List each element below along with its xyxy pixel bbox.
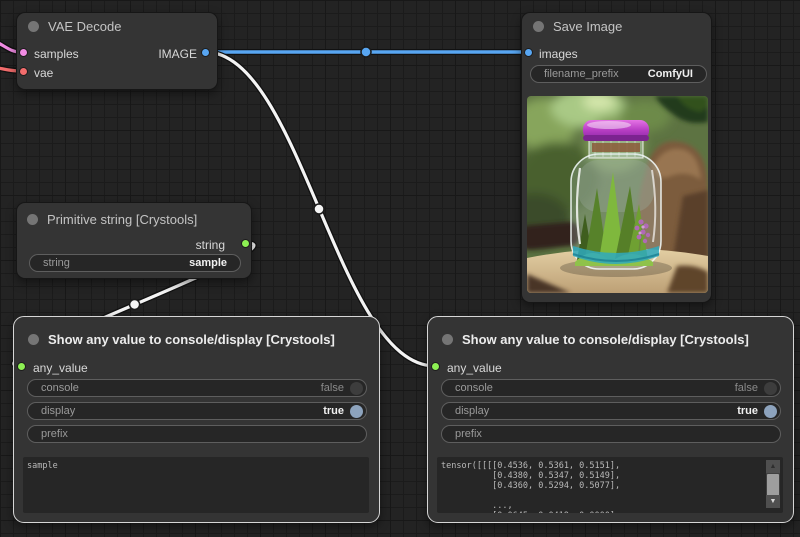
toggle-off-icon[interactable] — [350, 382, 363, 395]
link-midpoint-dot-image — [361, 47, 371, 57]
widget-label: console — [455, 380, 493, 396]
input-label-any-value: any_value — [447, 361, 502, 375]
widget-value: false — [321, 380, 344, 396]
input-label-any-value: any_value — [33, 361, 88, 375]
input-port-samples[interactable] — [19, 48, 28, 57]
widget-label: display — [41, 403, 75, 419]
node-title[interactable]: Save Image — [553, 19, 622, 34]
toggle-off-icon[interactable] — [764, 382, 777, 395]
node-save-image[interactable]: Save Image images filename_prefix ComfyU… — [521, 12, 712, 303]
node-show-any-value-left[interactable]: Show any value to console/display [Cryst… — [13, 316, 380, 523]
scroll-up-icon[interactable]: ▲ — [766, 460, 780, 473]
node-graph-canvas[interactable]: { "palette": { "link_image": "#58a6f2", … — [0, 0, 800, 537]
console-output[interactable]: sample — [23, 457, 369, 513]
widget-label: display — [455, 403, 489, 419]
widget-prefix[interactable]: prefix — [441, 425, 781, 443]
input-port-any-value[interactable] — [431, 362, 440, 371]
toggle-on-icon[interactable] — [764, 405, 777, 418]
output-port-image[interactable] — [201, 48, 210, 57]
collapse-dot[interactable] — [533, 21, 544, 32]
scroll-thumb[interactable] — [767, 474, 779, 496]
input-label-images: images — [539, 47, 578, 61]
node-primitive-string[interactable]: Primitive string [Crystools] string stri… — [16, 202, 252, 279]
widget-console[interactable]: console false — [441, 379, 781, 397]
scroll-down-icon[interactable]: ▼ — [766, 495, 780, 508]
collapse-dot[interactable] — [27, 214, 38, 225]
widget-value: true — [737, 403, 758, 419]
widget-label: console — [41, 380, 79, 396]
output-label-image: IMAGE — [158, 47, 197, 61]
widget-value: sample — [189, 255, 227, 271]
node-title[interactable]: VAE Decode — [48, 19, 121, 34]
widget-display[interactable]: display true — [27, 402, 367, 420]
collapse-dot[interactable] — [28, 21, 39, 32]
node-title[interactable]: Show any value to console/display [Cryst… — [48, 332, 335, 347]
output-label-string: string — [196, 238, 225, 252]
console-output[interactable]: tensor([[[[0.4536, 0.5361, 0.5151], [0.4… — [437, 457, 783, 513]
node-title[interactable]: Primitive string [Crystools] — [47, 212, 197, 227]
input-port-any-value[interactable] — [17, 362, 26, 371]
input-port-vae[interactable] — [19, 67, 28, 76]
widget-display[interactable]: display true — [441, 402, 781, 420]
input-label-vae: vae — [34, 66, 53, 80]
widget-label: prefix — [41, 426, 68, 442]
output-port-string[interactable] — [241, 239, 250, 248]
preview-image-jar — [527, 96, 708, 293]
widget-label: string — [43, 255, 70, 271]
widget-prefix[interactable]: prefix — [27, 425, 367, 443]
widget-value: true — [323, 403, 344, 419]
widget-console[interactable]: console false — [27, 379, 367, 397]
scrollbar[interactable]: ▲ ▼ — [766, 460, 780, 508]
widget-label: filename_prefix — [544, 66, 619, 82]
widget-value: ComfyUI — [648, 66, 693, 82]
input-label-samples: samples — [34, 47, 79, 61]
widget-filename-prefix[interactable]: filename_prefix ComfyUI — [530, 65, 707, 83]
link-midpoint-dot-any-left — [130, 300, 140, 310]
collapse-dot[interactable] — [442, 334, 453, 345]
widget-value: false — [735, 380, 758, 396]
widget-string[interactable]: string sample — [29, 254, 241, 272]
node-vae-decode[interactable]: VAE Decode samples vae IMAGE — [16, 12, 218, 90]
node-title[interactable]: Show any value to console/display [Cryst… — [462, 332, 749, 347]
widget-label: prefix — [455, 426, 482, 442]
node-show-any-value-right[interactable]: Show any value to console/display [Cryst… — [427, 316, 794, 523]
link-midpoint-dot-any-right — [314, 204, 324, 214]
input-port-images[interactable] — [524, 48, 533, 57]
toggle-on-icon[interactable] — [350, 405, 363, 418]
collapse-dot[interactable] — [28, 334, 39, 345]
